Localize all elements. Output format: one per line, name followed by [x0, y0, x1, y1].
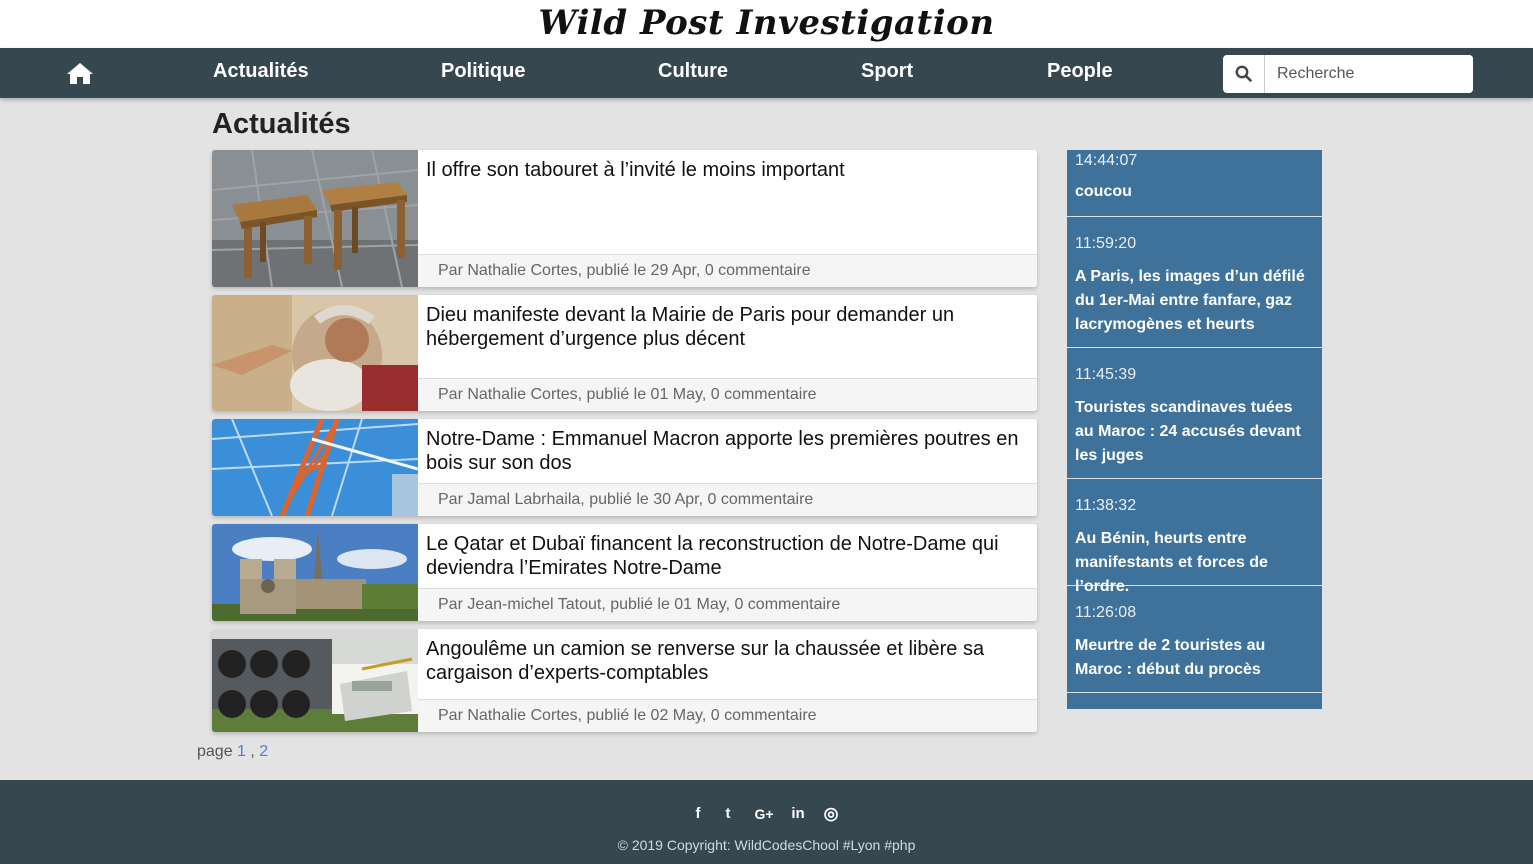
article-meta: Par Nathalie Cortes, publié le 02 May, 0…: [418, 699, 1037, 732]
nav-item-people[interactable]: People: [1047, 48, 1113, 94]
dribbble-icon[interactable]: ◎: [821, 804, 841, 824]
masthead: Wild Post Investigation: [0, 0, 1533, 48]
nav-item-sport[interactable]: Sport: [861, 48, 913, 94]
ticker-text[interactable]: Touristes scandinaves tuées au Maroc : 2…: [1075, 396, 1314, 468]
news-ticker: 14:44:07 coucou 11:59:20 A Paris, les im…: [1067, 150, 1322, 709]
ticker-time: 11:45:39: [1075, 366, 1137, 383]
article-meta: Par Jean-michel Tatout, publié le 01 May…: [418, 588, 1037, 621]
god-fresco-image[interactable]: [212, 295, 418, 411]
search-box: [1223, 55, 1473, 93]
article-card[interactable]: Notre-Dame : Emmanuel Macron apporte les…: [212, 419, 1037, 516]
google-plus-icon[interactable]: G+: [752, 804, 776, 824]
page-link-1[interactable]: 1: [237, 743, 246, 760]
ticker-item[interactable]: 11:38:32 Au Bénin, heurts entre manifest…: [1067, 479, 1322, 595]
ticker-time: 14:44:07: [1075, 152, 1138, 169]
article-title[interactable]: Notre-Dame : Emmanuel Macron apporte les…: [426, 427, 1025, 475]
ticker-text[interactable]: coucou: [1075, 180, 1314, 204]
search-button[interactable]: [1223, 55, 1265, 93]
article-card[interactable]: Il offre son tabouret à l’invité le moin…: [212, 150, 1037, 287]
page-title: Actualités: [212, 108, 351, 140]
home-icon[interactable]: [66, 61, 94, 85]
ticker-text[interactable]: Meurtre de 2 touristes au Maroc : début …: [1075, 634, 1314, 682]
ticker-time: 11:38:32: [1075, 497, 1137, 514]
twitter-icon[interactable]: t: [718, 804, 738, 824]
pagination-separator: ,: [245, 743, 260, 760]
ticker-item[interactable]: 11:26:08 Meurtre de 2 touristes au Maroc…: [1067, 586, 1322, 693]
article-title[interactable]: Angoulême un camion se renverse sur la c…: [426, 637, 1025, 685]
site-title[interactable]: Wild Post Investigation: [0, 0, 1533, 46]
article-card[interactable]: Angoulême un camion se renverse sur la c…: [212, 629, 1037, 732]
search-icon: [1235, 65, 1252, 82]
linkedin-icon[interactable]: in: [788, 804, 808, 824]
ticker-item[interactable]: 14:44:07 coucou: [1067, 150, 1322, 217]
article-meta: Par Nathalie Cortes, publié le 29 Apr, 0…: [418, 254, 1037, 287]
ticker-text[interactable]: A Paris, les images d’un défilé du 1er-M…: [1075, 265, 1314, 337]
search-input[interactable]: [1265, 55, 1473, 93]
footer: f t G+ in ◎ © 2019 Copyright: WildCodesC…: [0, 780, 1533, 864]
nav-item-actualites[interactable]: Actualités: [213, 48, 309, 94]
copyright-text: © 2019 Copyright: WildCodesChool #Lyon #…: [617, 837, 916, 853]
article-card[interactable]: Dieu manifeste devant la Mairie de Paris…: [212, 295, 1037, 411]
nav-item-culture[interactable]: Culture: [658, 48, 728, 94]
facebook-icon[interactable]: f: [688, 804, 708, 824]
article-title[interactable]: Le Qatar et Dubaï financent la reconstru…: [426, 532, 1025, 580]
ticker-time: 11:26:08: [1075, 604, 1137, 621]
construction-crane-image[interactable]: [212, 419, 418, 516]
overturned-truck-calculator-image[interactable]: [212, 629, 418, 732]
ticker-time: 11:59:20: [1075, 235, 1137, 252]
pagination-label: page: [197, 743, 233, 760]
page-link-2[interactable]: 2: [259, 743, 268, 760]
article-meta: Par Nathalie Cortes, publié le 01 May, 0…: [418, 378, 1037, 411]
article-meta: Par Jamal Labrhaila, publié le 30 Apr, 0…: [418, 483, 1037, 516]
ticker-item[interactable]: 11:45:39 Touristes scandinaves tuées au …: [1067, 348, 1322, 479]
article-card[interactable]: Le Qatar et Dubaï financent la reconstru…: [212, 524, 1037, 621]
article-title[interactable]: Il offre son tabouret à l’invité le moin…: [426, 158, 1025, 182]
ticker-item[interactable]: 11:59:20 A Paris, les images d’un défilé…: [1067, 217, 1322, 348]
article-title[interactable]: Dieu manifeste devant la Mairie de Paris…: [426, 303, 1025, 351]
wooden-stools-image[interactable]: [212, 150, 418, 287]
notre-dame-image[interactable]: [212, 524, 418, 621]
main-nav: Actualités Politique Culture Sport Peopl…: [0, 48, 1533, 98]
pagination: page 1 , 2: [197, 741, 268, 763]
nav-item-politique[interactable]: Politique: [441, 48, 525, 94]
